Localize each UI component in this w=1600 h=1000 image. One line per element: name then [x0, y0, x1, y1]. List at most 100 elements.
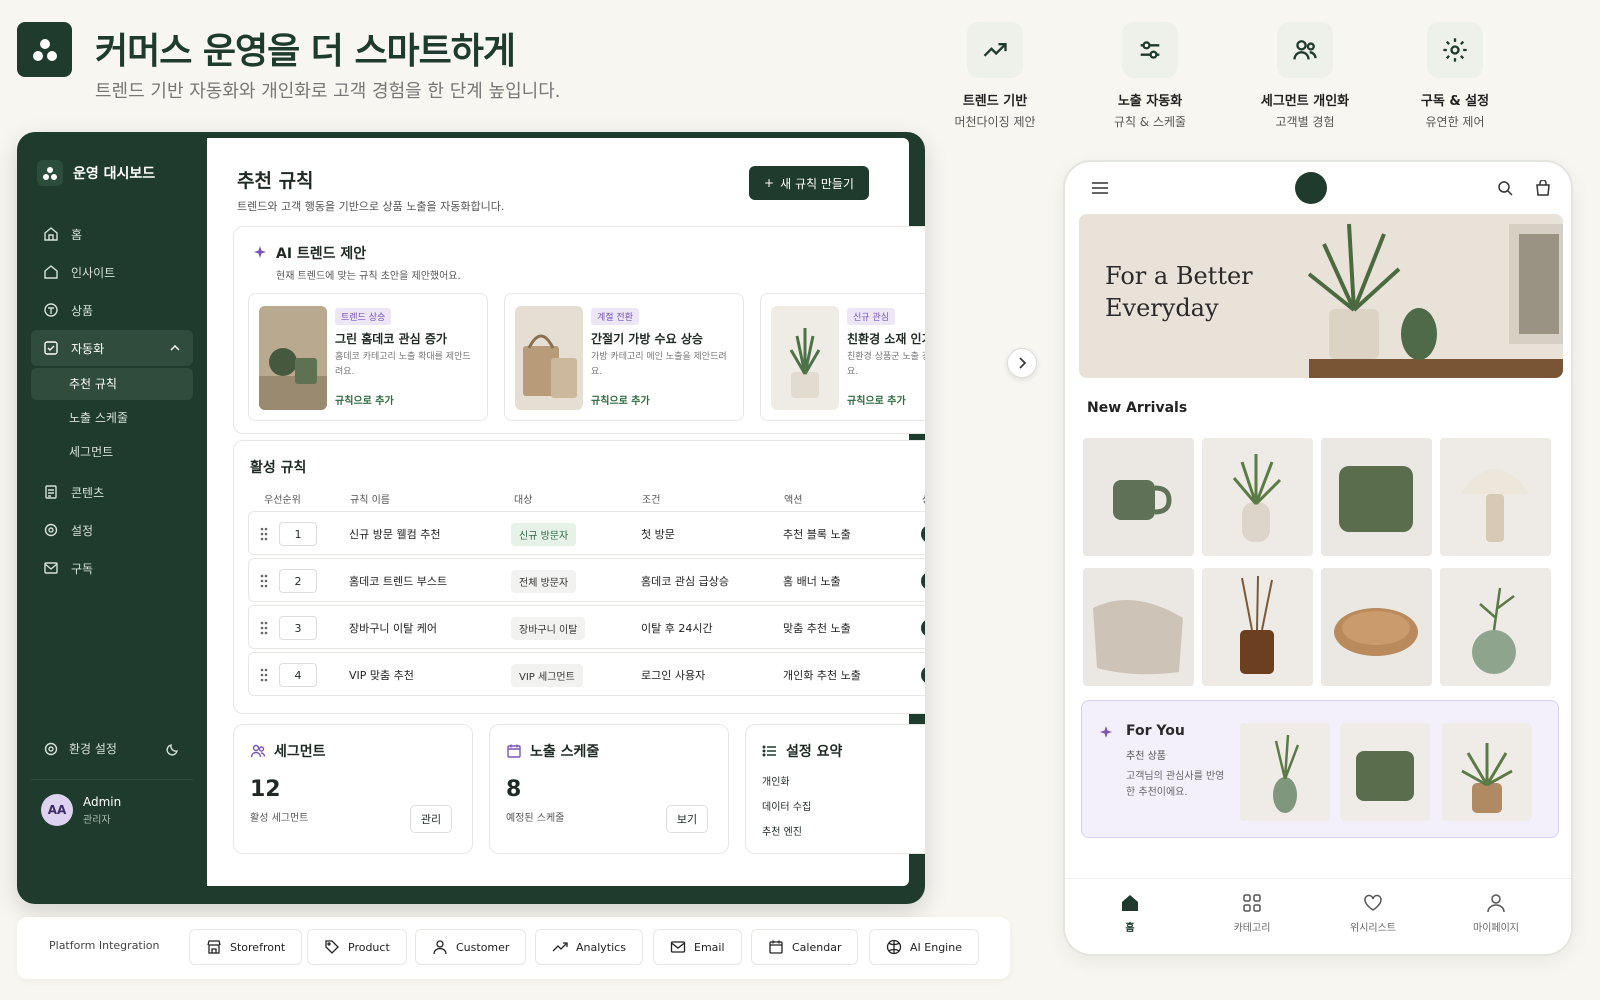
mobile-topbar — [1065, 162, 1571, 214]
sidebar-item-content[interactable]: 콘텐츠 — [31, 474, 193, 510]
tab-label: 홈 — [1125, 923, 1135, 934]
product-card[interactable] — [1440, 438, 1551, 556]
table-row[interactable]: 2 홈데코 트렌드 부스트 전체 방문자 홈데코 관심 급상승 홈 배너 노출 … — [248, 558, 925, 602]
add-as-rule-link[interactable]: 규칙으로 추가 — [591, 392, 650, 407]
status-toggle[interactable] — [921, 525, 925, 543]
integration-storefront[interactable]: Storefront — [189, 929, 303, 965]
integration-analytics[interactable]: Analytics — [535, 929, 643, 965]
sliders-icon — [1122, 22, 1178, 78]
env-settings-label: 환경 설정 — [69, 742, 117, 756]
settings-icon — [43, 522, 59, 538]
integration-product[interactable]: Product — [307, 929, 407, 965]
status-toggle[interactable] — [921, 572, 925, 590]
segment-count: 12 — [250, 777, 281, 802]
dashboard-window: 운영 대시보드 홈 인사이트 상품 자동화 추천 규칙 노출 스케줄 세그먼트 … — [17, 132, 925, 904]
drag-handle-icon[interactable] — [259, 620, 269, 636]
hero-banner[interactable]: For a Better Everyday — [1079, 214, 1563, 378]
suggestion-card[interactable]: 계절 전환 간절기 가방 수요 상승 가방 카테고리 메인 노출을 제안드려요.… — [504, 293, 744, 421]
product-card[interactable] — [1083, 568, 1194, 686]
app-logo — [17, 22, 72, 77]
integration-label: Platform Integration — [49, 939, 160, 952]
integration-item-label: Product — [348, 940, 390, 954]
product-card[interactable] — [1083, 438, 1194, 556]
mobile-logo[interactable] — [1295, 172, 1327, 204]
sidebar-subitem-schedule[interactable]: 노출 스케줄 — [31, 402, 193, 434]
sidebar-subitem-rules[interactable]: 추천 규칙 — [31, 368, 193, 400]
add-as-rule-link[interactable]: 규칙으로 추가 — [847, 392, 906, 407]
mobile-tabbar: 홈 카테고리 위시리스트 마이페이지 — [1065, 878, 1571, 954]
chevron-up-icon[interactable] — [169, 342, 181, 354]
tab-mypage[interactable]: 마이페이지 — [1456, 893, 1536, 934]
user-profile[interactable]: AA Admin 관리자 — [31, 794, 193, 826]
recommended-product[interactable] — [1442, 723, 1532, 821]
target-badge: 장바구니 이탈 — [511, 617, 586, 640]
heart-icon — [1363, 893, 1383, 913]
home-icon — [1120, 893, 1140, 913]
add-as-rule-link[interactable]: 규칙으로 추가 — [335, 392, 394, 407]
summary-label: 데이터 수집 — [762, 802, 812, 813]
sidebar-item-automation[interactable]: 자동화 — [31, 330, 193, 366]
sidebar-brand[interactable]: 운영 대시보드 — [37, 160, 193, 186]
sidebar-item-settings[interactable]: 설정 — [31, 512, 193, 548]
suggestion-badge: 신규 관심 — [847, 308, 895, 325]
env-settings[interactable]: 환경 설정 — [31, 732, 193, 780]
sidebar-item-home[interactable]: 홈 — [31, 216, 193, 252]
search-icon[interactable] — [1497, 180, 1513, 196]
suggestion-card[interactable]: 트렌드 상승 그린 홈데코 관심 증가 홈데코 카테고리 노출 확대를 제안드려… — [248, 293, 488, 421]
status-toggle[interactable] — [921, 666, 925, 684]
storefront-icon — [206, 939, 222, 955]
tab-category[interactable]: 카테고리 — [1212, 893, 1292, 934]
sidebar-subitem-segment[interactable]: 세그먼트 — [31, 436, 193, 468]
sidebar-item-subscription[interactable]: 구독 — [31, 550, 193, 586]
table-row[interactable]: 3 장바구니 이탈 케어 장바구니 이탈 이탈 후 24시간 맞춤 추천 노출 … — [248, 605, 925, 649]
suggestion-desc: 가방 카테고리 메인 노출을 제안드려요. — [591, 352, 727, 377]
home-icon — [43, 226, 59, 242]
tab-home[interactable]: 홈 — [1090, 893, 1170, 934]
table-row[interactable]: 4 VIP 맞춤 추천 VIP 세그먼트 로그인 사용자 개인화 추천 노출 ·… — [248, 652, 925, 696]
product-card[interactable] — [1202, 438, 1313, 556]
summary-row: 추천 엔진활성 — [762, 821, 925, 840]
product-card[interactable] — [1321, 438, 1432, 556]
priority-field[interactable]: 3 — [279, 616, 317, 640]
main-panel: 추천 규칙 트렌드와 고객 행동을 기반으로 상품 노출을 자동화합니다. + … — [207, 138, 925, 886]
integration-calendar[interactable]: Calendar — [751, 929, 859, 965]
suggestion-card[interactable]: 신규 관심 친환경 소재 인기 친환경 상품군 노출 강화를 제안드려요. 규칙… — [760, 293, 925, 421]
recommended-product[interactable] — [1240, 723, 1330, 821]
status-toggle[interactable] — [921, 619, 925, 637]
feature-sub: 규칙 & 스케줄 — [1113, 115, 1187, 129]
sidebar-brand-label: 운영 대시보드 — [73, 166, 156, 182]
moon-icon[interactable] — [165, 741, 181, 757]
drag-handle-icon[interactable] — [259, 667, 269, 683]
product-card[interactable] — [1202, 568, 1313, 686]
table-row[interactable]: 1 신규 방문 웰컴 추천 신규 방문자 첫 방문 추천 블록 노출 ··· — [248, 511, 925, 555]
integration-email[interactable]: Email — [653, 929, 742, 965]
schedule-label: 예정된 스케줄 — [506, 813, 565, 824]
recommended-product[interactable] — [1340, 723, 1430, 821]
feature-sub: 고객별 경험 — [1275, 115, 1335, 129]
rule-action: 추천 블록 노출 — [783, 528, 851, 541]
users-icon — [250, 743, 266, 759]
rule-condition: 홈데코 관심 급상승 — [641, 575, 729, 588]
hamburger-menu-icon[interactable] — [1091, 180, 1109, 196]
new-rule-button[interactable]: + 새 규칙 만들기 — [749, 166, 869, 200]
integration-ai-engine[interactable]: AI Engine — [869, 929, 979, 965]
shopping-bag-icon[interactable] — [1535, 179, 1551, 196]
insight-icon — [43, 264, 59, 280]
integration-customer[interactable]: Customer — [415, 929, 527, 965]
for-you-section: For You 추천 상품 고객님의 관심사를 반영한 추천이에요. — [1081, 700, 1559, 838]
tab-wishlist[interactable]: 위시리스트 — [1333, 893, 1413, 934]
next-suggestion-button[interactable] — [1007, 348, 1037, 378]
priority-field[interactable]: 4 — [279, 663, 317, 687]
integration-item-label: AI Engine — [910, 940, 962, 954]
product-card[interactable] — [1440, 568, 1551, 686]
drag-handle-icon[interactable] — [259, 573, 269, 589]
view-schedules-button[interactable]: 보기 — [666, 805, 708, 833]
drag-handle-icon[interactable] — [259, 526, 269, 542]
product-card[interactable] — [1321, 568, 1432, 686]
sidebar-item-label: 자동화 — [71, 341, 105, 356]
priority-field[interactable]: 2 — [279, 569, 317, 593]
manage-segments-button[interactable]: 관리 — [410, 805, 452, 833]
sidebar-item-product[interactable]: 상품 — [31, 292, 193, 328]
sidebar-item-insight[interactable]: 인사이트 — [31, 254, 193, 290]
priority-field[interactable]: 1 — [279, 522, 317, 546]
